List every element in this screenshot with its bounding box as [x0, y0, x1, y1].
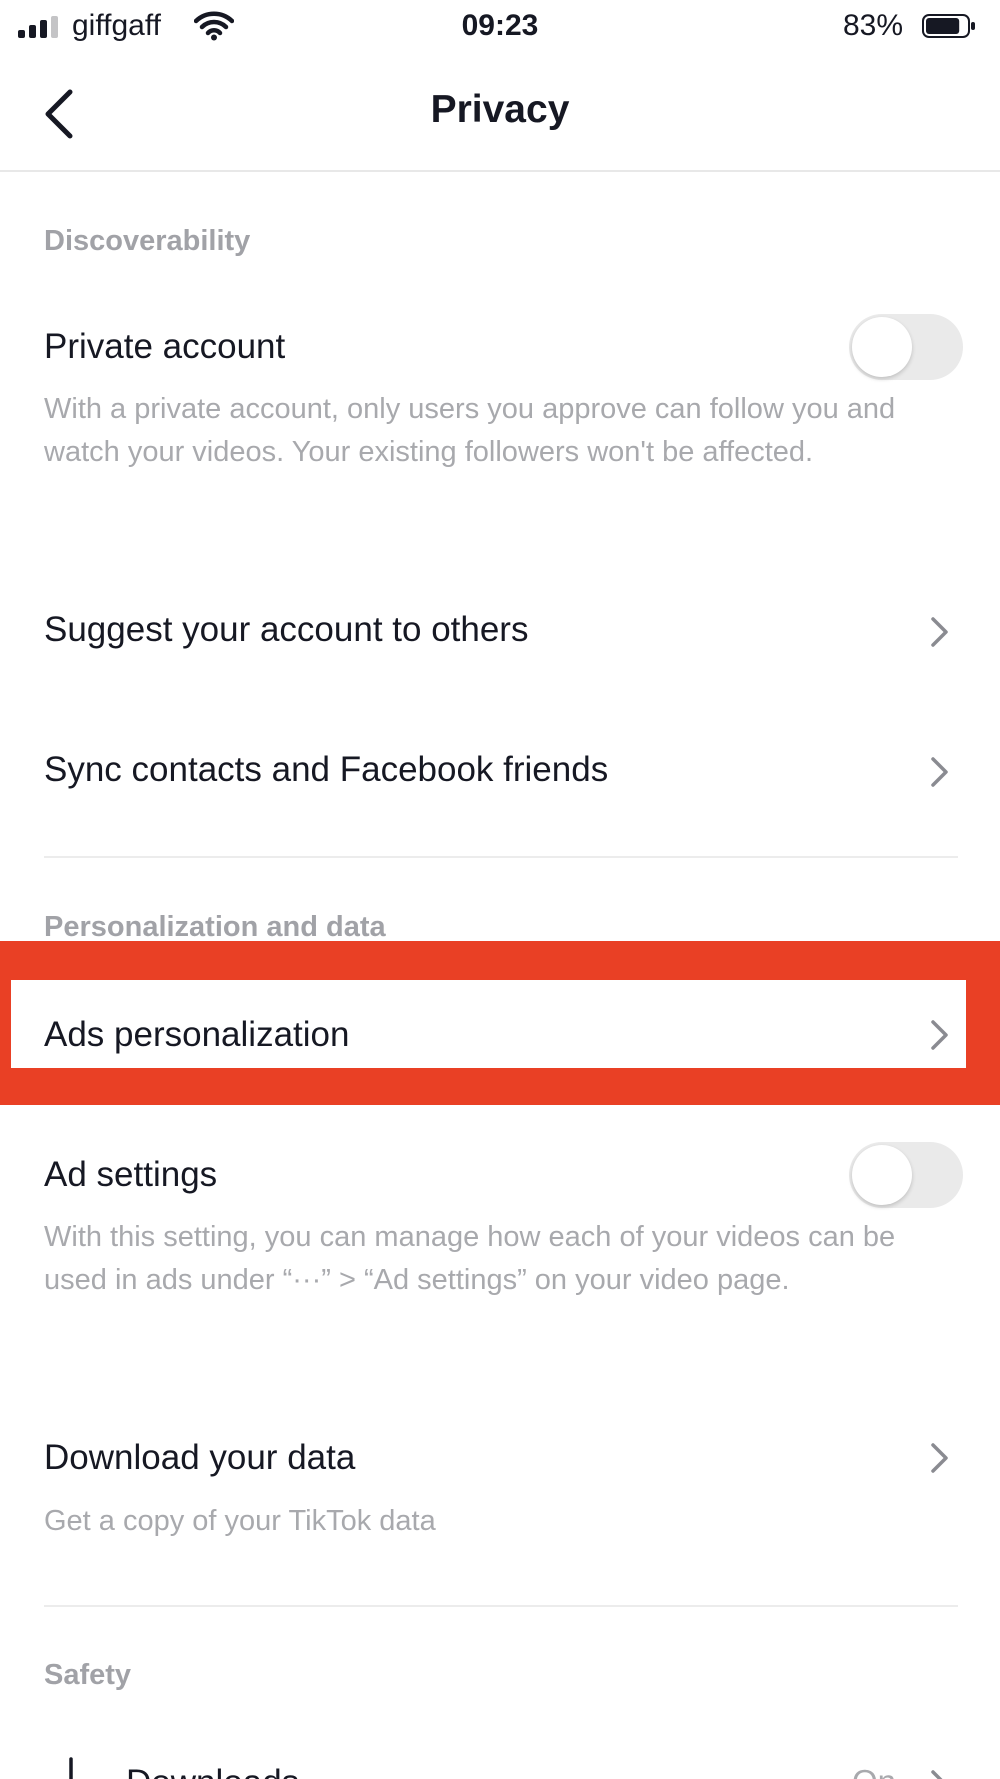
battery-percentage: 83%	[843, 9, 904, 42]
battery-icon	[922, 14, 975, 38]
section-title-discoverability: Discoverability	[44, 225, 251, 257]
section-title-personalization: Personalization and data	[44, 911, 386, 943]
chevron-right-icon	[931, 757, 948, 787]
section-divider	[44, 1605, 958, 1607]
private-account-description: With a private account, only users you a…	[44, 393, 896, 468]
chevron-right-icon	[931, 1443, 948, 1473]
ads-personalization-label: Ads personalization	[44, 1015, 350, 1054]
section-divider	[44, 856, 958, 858]
status-bar: giffgaff 09:23 83%	[0, 0, 1000, 56]
private-account-label: Private account	[44, 327, 286, 366]
private-account-toggle[interactable]	[849, 314, 963, 380]
ad-settings-description: With this setting, you can manage how ea…	[44, 1221, 896, 1296]
ad-settings-toggle[interactable]	[849, 1142, 963, 1208]
chevron-right-icon	[931, 1020, 948, 1050]
chevron-right-icon	[931, 617, 948, 647]
suggest-account-row[interactable]: Suggest your account to others	[44, 610, 528, 650]
download-icon	[69, 1757, 73, 1779]
section-title-safety: Safety	[44, 1659, 132, 1691]
toggle-knob	[852, 317, 912, 377]
page-title: Privacy	[430, 88, 570, 131]
ad-settings-label: Ad settings	[44, 1155, 218, 1194]
download-data-row[interactable]: Download your data	[44, 1438, 355, 1478]
toggle-knob	[852, 1145, 912, 1205]
downloads-row[interactable]: Downloads On	[44, 1755, 958, 1779]
downloads-label: Downloads	[126, 1763, 299, 1779]
downloads-value: On	[852, 1763, 896, 1779]
chevron-right-icon	[931, 1770, 943, 1779]
download-data-description: Get a copy of your TikTok data	[44, 1505, 436, 1537]
sync-contacts-row[interactable]: Sync contacts and Facebook friends	[44, 750, 608, 790]
